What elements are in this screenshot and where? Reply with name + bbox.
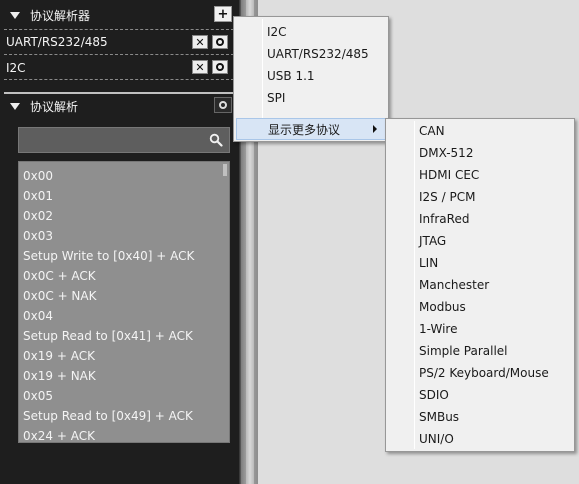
list-item[interactable]: 0x01: [19, 186, 229, 206]
analyzer-settings-button[interactable]: [212, 35, 228, 49]
divider: [4, 29, 234, 30]
menu-item-manchester[interactable]: Manchester: [388, 274, 572, 296]
list-item[interactable]: 0x00: [19, 166, 229, 186]
list-item[interactable]: 0x19 + NAK: [19, 366, 229, 386]
menu-item-uni-o[interactable]: UNI/O: [388, 428, 572, 450]
collapse-triangle-icon[interactable]: [10, 11, 20, 19]
list-item[interactable]: 0x02: [19, 206, 229, 226]
list-item[interactable]: 0x03: [19, 226, 229, 246]
search-icon: [209, 133, 223, 147]
list-item[interactable]: 0x0C + ACK: [19, 266, 229, 286]
search-input[interactable]: [18, 127, 230, 153]
analyzer-panel: 协议解析器 + UART/RS232/485 ✕ I2C ✕ 协议解析 0x00…: [0, 0, 240, 484]
divider: [4, 79, 234, 80]
remove-analyzer-button[interactable]: ✕: [192, 35, 208, 49]
show-more-label: 显示更多协议: [268, 123, 341, 137]
menu-item-show-more[interactable]: 显示更多协议: [236, 118, 386, 140]
menu-item-spi[interactable]: SPI: [236, 87, 386, 109]
analyzers-section-header[interactable]: 协议解析器: [0, 3, 238, 27]
close-icon: ✕: [195, 35, 205, 49]
list-item[interactable]: 0x19 + ACK: [19, 346, 229, 366]
decode-section-title: 协议解析: [30, 99, 79, 114]
analyzers-section-title: 协议解析器: [30, 8, 91, 23]
list-item[interactable]: 0x04: [19, 306, 229, 326]
menu-item-simple-parallel[interactable]: Simple Parallel: [388, 340, 572, 362]
menu-item-lin[interactable]: LIN: [388, 252, 572, 274]
collapse-triangle-icon[interactable]: [10, 102, 20, 110]
menu-item-infrared[interactable]: InfraRed: [388, 208, 572, 230]
menu-item-hdmi-cec[interactable]: HDMI CEC: [388, 164, 572, 186]
submenu-arrow-icon: [373, 125, 377, 133]
list-item[interactable]: 0x05: [19, 386, 229, 406]
gear-icon: [216, 38, 224, 46]
gear-icon: [216, 63, 224, 71]
menu-item-i2s-pcm[interactable]: I2S / PCM: [388, 186, 572, 208]
menu-item-dmx512[interactable]: DMX-512: [388, 142, 572, 164]
menu-item-can[interactable]: CAN: [388, 120, 572, 142]
decode-section-header[interactable]: 协议解析: [0, 94, 238, 118]
list-item[interactable]: 0x0C + NAK: [19, 286, 229, 306]
menu-item-smbus[interactable]: SMBus: [388, 406, 572, 428]
decode-results-list[interactable]: 0x00 0x01 0x02 0x03 Setup Write to [0x40…: [18, 161, 230, 443]
remove-analyzer-button[interactable]: ✕: [192, 60, 208, 74]
menu-item-jtag[interactable]: JTAG: [388, 230, 572, 252]
menu-item-usb[interactable]: USB 1.1: [236, 65, 386, 87]
analyzer-settings-button[interactable]: [212, 60, 228, 74]
analyzer-name: UART/RS232/485: [6, 35, 108, 49]
menu-item-sdio[interactable]: SDIO: [388, 384, 572, 406]
list-item[interactable]: Setup Write to [0x40] + ACK: [19, 246, 229, 266]
divider: [4, 54, 234, 55]
list-item[interactable]: Setup Read to [0x49] + ACK: [19, 406, 229, 426]
add-analyzer-menu: I2C UART/RS232/485 USB 1.1 SPI 显示更多协议: [233, 16, 389, 142]
list-item[interactable]: Setup Read to [0x41] + ACK: [19, 326, 229, 346]
menu-item-ps2[interactable]: PS/2 Keyboard/Mouse: [388, 362, 572, 384]
gear-icon: [219, 101, 227, 109]
decode-settings-button[interactable]: [214, 97, 232, 113]
menu-item-uart[interactable]: UART/RS232/485: [236, 43, 386, 65]
scrollbar-thumb[interactable]: [223, 164, 227, 176]
menu-item-i2c[interactable]: I2C: [236, 21, 386, 43]
more-protocols-menu: CAN DMX-512 HDMI CEC I2S / PCM InfraRed …: [385, 118, 575, 452]
analyzer-name: I2C: [6, 61, 26, 75]
menu-item-1-wire[interactable]: 1-Wire: [388, 318, 572, 340]
list-item[interactable]: 0x24 + ACK: [19, 426, 229, 442]
plus-icon: +: [217, 6, 229, 22]
menu-item-modbus[interactable]: Modbus: [388, 296, 572, 318]
close-icon: ✕: [195, 60, 205, 74]
add-analyzer-button[interactable]: +: [214, 6, 232, 22]
